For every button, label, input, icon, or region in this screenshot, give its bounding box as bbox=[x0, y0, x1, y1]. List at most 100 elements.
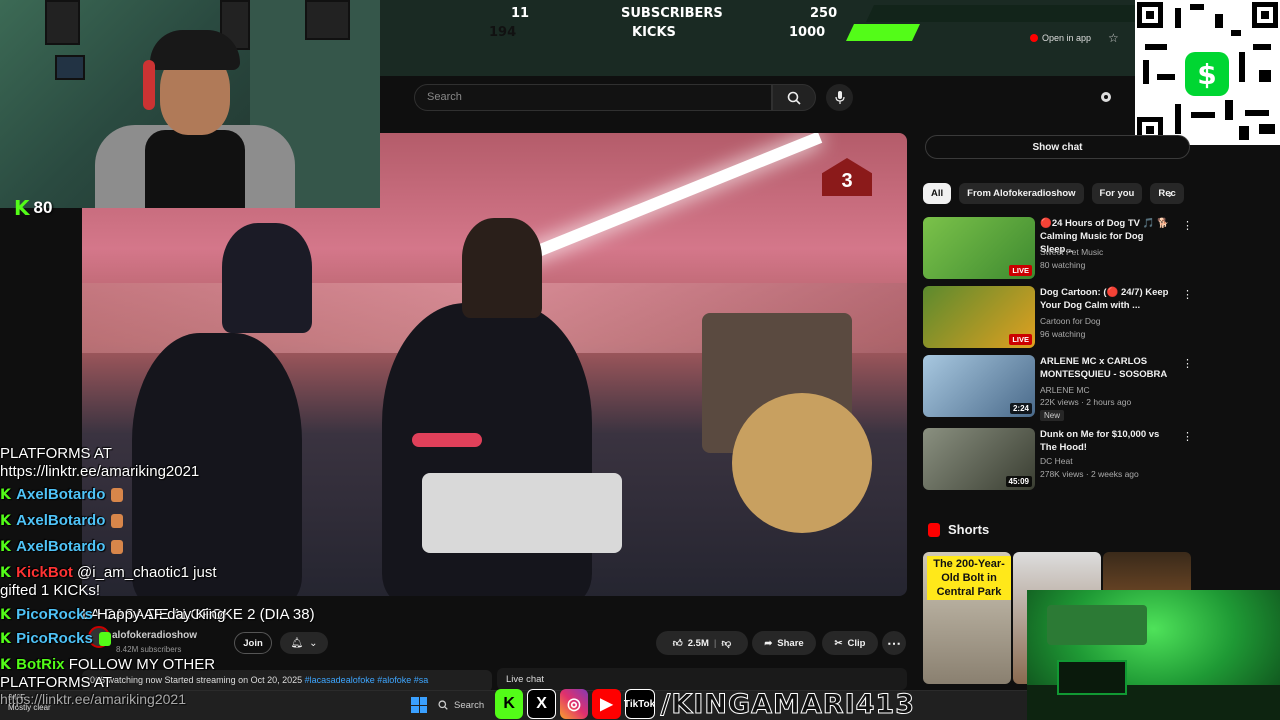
filter-chips: All From Alofokeradioshow For you Rec bbox=[923, 183, 1184, 204]
viewer-count: 80 bbox=[33, 198, 53, 217]
streamer-shirt bbox=[145, 130, 245, 208]
kicks-label: KICKS bbox=[632, 25, 676, 40]
channel-name: Cartoon for Dog bbox=[1040, 316, 1101, 326]
share-label: Share bbox=[777, 637, 804, 649]
performer-head bbox=[222, 223, 312, 333]
qr-finder bbox=[1252, 2, 1278, 28]
poster bbox=[305, 0, 350, 40]
live-chat-label[interactable]: Live chat bbox=[506, 674, 544, 685]
social-handle: /KINGAMARI413 bbox=[660, 688, 915, 720]
goal-bar: 11 SUBSCRIBERS 250 194 KICKS 1000 Open i… bbox=[380, 0, 1135, 50]
join-button[interactable]: Join bbox=[234, 632, 272, 654]
video-meta: 22K views · 2 hours ago bbox=[1040, 397, 1132, 407]
kick-badge-icon: K bbox=[0, 487, 11, 503]
chip-all[interactable]: All bbox=[923, 183, 952, 204]
live-badge: LIVE bbox=[1009, 265, 1032, 276]
chat-line: K PicoRocks Happy AF day King bbox=[0, 606, 226, 623]
more-actions-icon[interactable]: ⋯ bbox=[882, 631, 906, 655]
thumbs-down-icon: 👎︎ bbox=[721, 638, 732, 649]
kick-badge-icon: K bbox=[0, 607, 11, 623]
kick-badge-icon: K bbox=[0, 513, 11, 529]
kick-badge-icon: K bbox=[0, 539, 11, 555]
subscribers-current: 11 bbox=[511, 6, 530, 21]
drum bbox=[422, 473, 622, 553]
monitor bbox=[1057, 660, 1127, 695]
chat-line: K AxelBotardo bbox=[0, 538, 124, 555]
chat-line: K AxelBotardo bbox=[0, 512, 124, 529]
clap-emoji-icon bbox=[111, 514, 124, 529]
more-options-icon[interactable]: ⋮ bbox=[1182, 219, 1193, 232]
headset bbox=[143, 60, 155, 110]
chevron-down-icon: ⌄ bbox=[309, 637, 318, 649]
like-dislike-button[interactable]: 👍︎ 2.5M | 👎︎ bbox=[656, 631, 748, 655]
duration-badge: 45:09 bbox=[1005, 476, 1032, 487]
live-chat-bar[interactable] bbox=[497, 668, 907, 690]
video-thumbnail: LIVE bbox=[923, 286, 1035, 348]
channel-name: Sweet Pet Music bbox=[1040, 247, 1104, 257]
show-chat-button[interactable]: Show chat bbox=[925, 135, 1190, 159]
chip-from-channel[interactable]: From Alofokeradioshow bbox=[959, 183, 1084, 204]
kick-badge-icon: K bbox=[0, 657, 11, 673]
notifications-button[interactable]: 🔔︎ ⌄ bbox=[280, 632, 328, 654]
drum bbox=[732, 393, 872, 533]
clap-emoji-icon bbox=[111, 540, 124, 555]
description-status: 066 watching now Started streaming on Oc… bbox=[90, 675, 303, 685]
kick-logo-icon: K bbox=[14, 196, 30, 220]
search-button[interactable] bbox=[772, 84, 816, 111]
poster bbox=[45, 0, 80, 45]
star-icon[interactable]: ☆ bbox=[1108, 31, 1119, 45]
kicks-current: 194 bbox=[489, 25, 517, 40]
share-button[interactable]: ➦ Share bbox=[752, 631, 816, 655]
video-meta: 278K views · 2 weeks ago bbox=[1040, 469, 1139, 479]
search-input[interactable]: Search bbox=[414, 84, 772, 111]
channel-name: DC Heat bbox=[1040, 456, 1073, 466]
clip-button[interactable]: ✂ Clip bbox=[822, 631, 878, 655]
voice-search-button[interactable] bbox=[826, 84, 853, 111]
chat-line: gifted 1 KICKs! bbox=[0, 582, 101, 599]
video-thumbnail: 45:09 bbox=[923, 428, 1035, 490]
shorts-icon bbox=[928, 522, 940, 537]
chat-line: https://linktr.ee/amariking2021 bbox=[0, 463, 200, 480]
open-in-app-button[interactable]: Open in app bbox=[1030, 33, 1091, 43]
recommendation-item[interactable]: 2:24 ARLENE MC x CARLOS MONTESQUIEU - SO… bbox=[923, 355, 1193, 421]
like-count: 2.5M bbox=[687, 637, 709, 649]
search-icon bbox=[438, 700, 448, 710]
search-icon bbox=[787, 91, 801, 105]
description-box[interactable]: 066 watching now Started streaming on Oc… bbox=[82, 670, 492, 692]
chat-line: https://linktr.ee/amariking2021 bbox=[0, 691, 186, 707]
chat-line: K PicoRocks bbox=[0, 630, 111, 647]
instagram-icon: ◎ bbox=[559, 689, 589, 719]
duration-badge: 2:24 bbox=[1009, 403, 1032, 414]
recommendation-item[interactable]: LIVE Dog Cartoon: (🔴 24/7) Keep Your Dog… bbox=[923, 286, 1193, 348]
settings-icon[interactable] bbox=[1098, 89, 1114, 105]
short-item[interactable]: The 200-Year-Old Bolt in Central Park bbox=[923, 552, 1011, 684]
x-icon: X bbox=[527, 689, 556, 719]
tiktok-icon: TikTok bbox=[624, 689, 655, 719]
recommendation-item[interactable]: LIVE 🔴24 Hours of Dog TV 🎵 🐕 Calming Mus… bbox=[923, 217, 1193, 279]
channel-name[interactable]: alofokeradioshow bbox=[112, 630, 197, 641]
kick-badge-icon: K bbox=[0, 565, 11, 581]
live-badge: LIVE bbox=[1009, 334, 1032, 345]
recommendation-item[interactable]: 45:09 Dunk on Me for $10,000 vs The Hood… bbox=[923, 428, 1193, 490]
video-title: ARLENE MC x CARLOS MONTESQUIEU - SOSOBRA bbox=[1040, 356, 1168, 380]
video-thumbnail: LIVE bbox=[923, 217, 1035, 279]
chat-line: K AxelBotardo bbox=[0, 486, 124, 503]
more-options-icon[interactable]: ⋮ bbox=[1182, 288, 1193, 301]
description-tags[interactable]: #lacasadealofoke #alofoke #sa bbox=[305, 675, 429, 685]
more-options-icon[interactable]: ⋮ bbox=[1182, 357, 1193, 370]
new-badge: New bbox=[1040, 410, 1065, 421]
youtube-icon bbox=[1030, 34, 1038, 42]
windows-start-icon[interactable] bbox=[411, 697, 427, 713]
scissors-icon: ✂ bbox=[834, 637, 843, 649]
chip-for-you[interactable]: For you bbox=[1091, 183, 1143, 204]
video-title: Dog Cartoon: (🔴 24/7) Keep Your Dog Calm… bbox=[1040, 287, 1169, 311]
shorts-header: Shorts bbox=[928, 522, 989, 537]
clap-emoji-icon bbox=[111, 488, 124, 503]
kicks-progress-fill bbox=[846, 24, 920, 41]
taskbar-search[interactable]: Search bbox=[438, 695, 498, 715]
performer-head bbox=[462, 218, 542, 318]
more-options-icon[interactable]: ⋮ bbox=[1182, 430, 1193, 443]
kick-icon: K bbox=[495, 689, 524, 719]
light-beam bbox=[511, 133, 823, 267]
chevron-right-icon[interactable]: › bbox=[1168, 185, 1173, 201]
